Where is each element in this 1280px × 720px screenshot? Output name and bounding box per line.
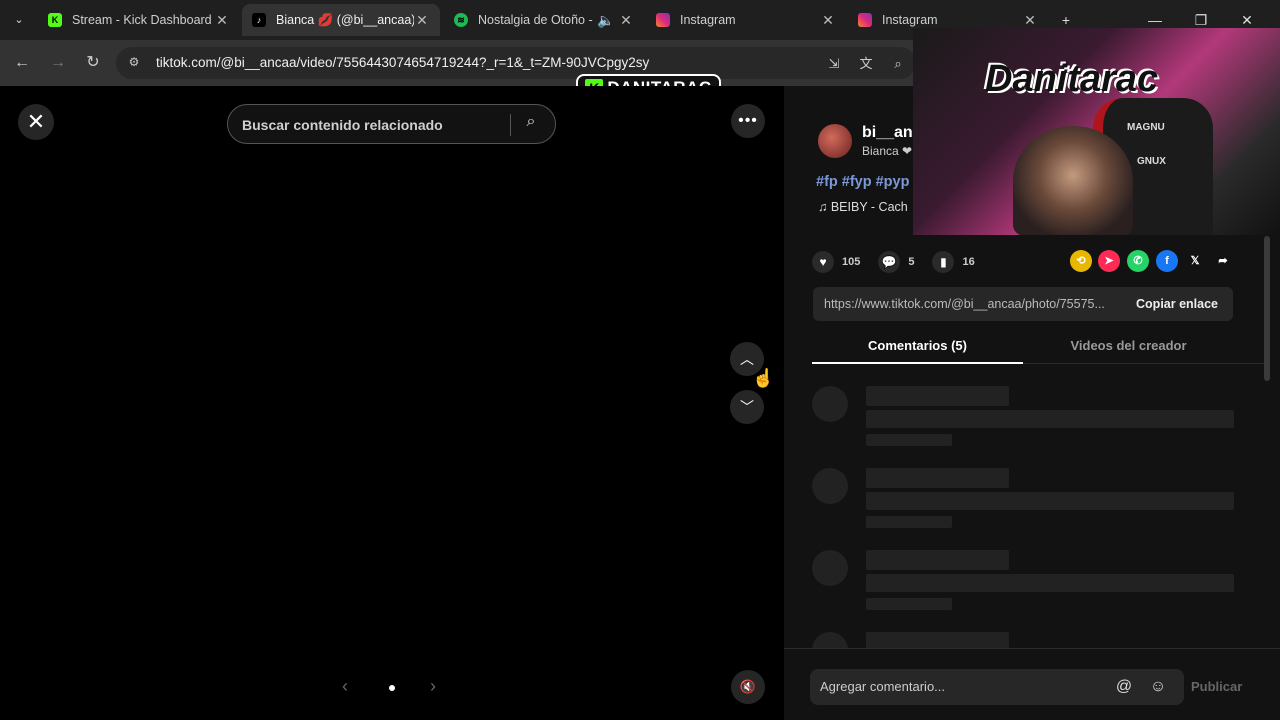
- mouse-cursor-icon: ☝: [752, 368, 775, 388]
- post-link-url[interactable]: https://www.tiktok.com/@bi__ancaa/photo/…: [824, 297, 1124, 311]
- skeleton-bar: [866, 574, 1234, 592]
- facebook-icon[interactable]: f: [1156, 250, 1178, 272]
- like-button[interactable]: ♥ 105: [812, 251, 860, 273]
- avatar[interactable]: [818, 124, 852, 158]
- site-info-icon[interactable]: ⚙: [126, 55, 142, 71]
- close-tab-icon[interactable]: ✕: [414, 12, 430, 29]
- skeleton-bar: [866, 410, 1234, 428]
- panel-tabs: Comentarios (5) Videos del creador: [812, 334, 1264, 364]
- author-nickname: Bianca ❤: [862, 144, 913, 158]
- tab-spotify[interactable]: ≋ Nostalgia de Otoño - 🔈 ✕: [444, 4, 644, 36]
- skeleton-bar: [866, 550, 1009, 570]
- mention-icon[interactable]: @: [1113, 676, 1135, 698]
- speaker-icon[interactable]: 🔈: [594, 12, 618, 29]
- post-link-box: https://www.tiktok.com/@bi__ancaa/photo/…: [813, 287, 1233, 321]
- mute-toggle-button[interactable]: 🔇: [731, 670, 765, 704]
- repost-icon[interactable]: ⟲: [1070, 250, 1092, 272]
- share-icon[interactable]: ➦: [1212, 250, 1234, 272]
- tab-instagram-1[interactable]: Instagram ✕: [646, 4, 846, 36]
- skeleton-bar: [866, 468, 1009, 488]
- carousel-dot[interactable]: [389, 685, 395, 691]
- skeleton-bar: [866, 516, 952, 528]
- tab-kick-dashboard[interactable]: K Stream - Kick Dashboard ✕: [38, 4, 240, 36]
- skeleton-bar: [866, 434, 952, 446]
- tab-comments[interactable]: Comentarios (5): [812, 338, 1023, 353]
- skeleton-bar: [866, 632, 1009, 648]
- skeleton-avatar: [812, 550, 848, 586]
- zoom-icon[interactable]: ⌕: [888, 54, 908, 74]
- chair-brand-text: GNUX: [1137, 156, 1166, 167]
- search-icon[interactable]: ⌕: [518, 113, 544, 137]
- comment-input[interactable]: Agregar comentario... @ ☺: [810, 669, 1184, 705]
- comment-skeleton: [812, 468, 1236, 530]
- chair-brand-text: MAGNU: [1127, 122, 1165, 133]
- related-search-input[interactable]: Buscar contenido relacionado ⌕: [227, 104, 556, 144]
- comment-icon: 💬: [878, 251, 901, 273]
- skeleton-avatar: [812, 468, 848, 504]
- tab-tiktok-bianca[interactable]: ♪ Bianca 💋 (@bi__ancaa) ✕: [242, 4, 440, 36]
- kick-icon: K: [48, 13, 62, 27]
- skeleton-bar: [866, 598, 952, 610]
- search-divider: [510, 114, 511, 136]
- skeleton-avatar: [812, 632, 848, 648]
- tiktok-icon: ♪: [252, 13, 266, 27]
- x-icon[interactable]: 𝕏: [1184, 250, 1206, 272]
- publish-button[interactable]: Publicar: [1191, 679, 1242, 694]
- comment-button[interactable]: 💬 5: [878, 251, 914, 273]
- tab-creator-videos[interactable]: Videos del creador: [1023, 338, 1234, 353]
- whatsapp-icon[interactable]: ✆: [1127, 250, 1149, 272]
- post-hashtags[interactable]: #fp #fyp #pyp: [816, 174, 909, 190]
- forward-arrow-icon[interactable]: →: [46, 51, 70, 75]
- url-field[interactable]: ⚙ tiktok.com/@bi__ancaa/video/7556443074…: [116, 47, 916, 79]
- carousel-next-icon[interactable]: ›: [430, 676, 436, 697]
- heart-icon: ♥: [812, 251, 834, 273]
- streamer-webcam: Danitarac MAGNU GNUX: [913, 28, 1280, 235]
- spotify-icon: ≋: [454, 13, 468, 27]
- send-icon[interactable]: ➤: [1098, 250, 1120, 272]
- comment-skeleton: [812, 386, 1236, 448]
- streamer-person: [1013, 126, 1133, 235]
- carousel-prev-icon[interactable]: ‹: [342, 676, 348, 697]
- close-tab-icon[interactable]: ✕: [820, 12, 836, 29]
- copy-link-button[interactable]: Copiar enlace: [1136, 297, 1218, 311]
- webcam-graffiti-text: Danitarac: [985, 58, 1159, 100]
- skeleton-bar: [866, 492, 1234, 510]
- more-options-button[interactable]: •••: [731, 104, 765, 138]
- close-viewer-button[interactable]: ✕: [18, 104, 54, 140]
- bookmark-icon: ▮: [932, 251, 955, 273]
- photo-carousel-controls: ‹ ›: [340, 676, 440, 700]
- instagram-icon: [858, 13, 872, 27]
- post-actions: ♥ 105 💬 5 ▮ 16: [812, 250, 993, 274]
- back-arrow-icon[interactable]: ←: [10, 51, 34, 75]
- skeleton-bar: [866, 386, 1009, 406]
- active-tab-indicator: [812, 362, 1023, 364]
- post-music[interactable]: ♫ BEIBY - Cach: [818, 200, 908, 214]
- skeleton-avatar: [812, 386, 848, 422]
- comment-composer: Agregar comentario... @ ☺ Publicar: [784, 648, 1280, 720]
- panel-scrollbar[interactable]: [1264, 236, 1270, 381]
- media-stage[interactable]: ✕ Buscar contenido relacionado ⌕ ••• ︿ ﹀…: [0, 86, 784, 720]
- instagram-icon: [656, 13, 670, 27]
- next-video-button[interactable]: ﹀: [730, 390, 764, 424]
- install-app-icon[interactable]: ⇲: [824, 54, 844, 74]
- tab-search-button[interactable]: ⌄: [8, 9, 30, 31]
- comment-skeleton: [812, 550, 1236, 612]
- comment-skeleton: [812, 632, 1236, 648]
- close-tab-icon[interactable]: ✕: [618, 12, 634, 29]
- close-tab-icon[interactable]: ✕: [214, 12, 230, 29]
- emoji-icon[interactable]: ☺: [1147, 676, 1169, 698]
- reload-icon[interactable]: ↻: [81, 51, 105, 75]
- close-tab-icon[interactable]: ✕: [1022, 12, 1038, 29]
- save-button[interactable]: ▮ 16: [932, 251, 975, 273]
- translate-icon[interactable]: 文: [856, 54, 876, 74]
